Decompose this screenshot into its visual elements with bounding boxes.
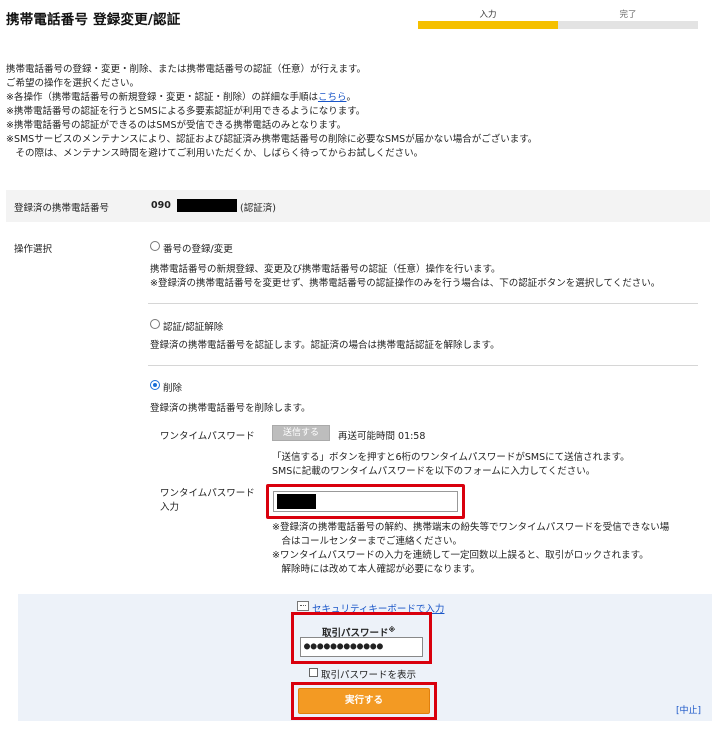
divider [148,303,698,304]
divider [148,365,698,366]
resend-timer: 再送可能時間 01:58 [338,431,426,442]
instruction-line: その際は、メンテナンス時間を避けてご利用いただくか、しばらく待ってからお試しくだ… [6,148,424,159]
instructions: 携帯電話番号の登録・変更・削除、または携帯電話番号の認証（任意）が行えます。 ご… [6,63,706,161]
registered-phone-label: 登録済の携帯電話番号 [14,203,110,214]
instruction-line: ※携帯電話番号の認証ができるのはSMSが受信できる携帯電話のみとなります。 [6,120,347,131]
step-complete-label: 完了 [619,10,637,20]
otp-label: ワンタイムパスワード [160,431,255,442]
step-input-label: 入力 [479,10,497,20]
radio-verify[interactable] [150,319,160,329]
otp-warning: ※ワンタイムパスワードの入力を連続して一定回数以上誤ると、取引がロックされます。 [272,550,649,561]
otp-input-label-line: 入力 [160,502,180,513]
redacted-phone-number [177,199,237,212]
instruction-text: 。 [346,92,356,103]
option-register-change-desc: 携帯電話番号の新規登録、変更及び携帯電話番号の認証（任意）操作を行います。 [150,264,501,275]
radio-delete[interactable] [150,380,160,390]
otp-warning: 合はコールセンターまでご連絡ください。 [272,536,463,547]
progress-bar [418,21,698,29]
instruction-line: ※SMSサービスのメンテナンスにより、認証および認証済み携帯電話番号の削除に必要… [6,134,538,145]
otp-warning: ※登録済の携帯電話番号の解約、携帯端末の紛失等でワンタイムパスワードを受信できな… [272,522,670,533]
execute-button[interactable]: 実行する [298,688,430,714]
redacted-otp-value [277,494,316,509]
operation-select-label: 操作選択 [14,244,53,255]
progress-steps: 入力 完了 [418,6,698,30]
otp-input-label: ワンタイムパスワード 入力 [160,487,255,515]
cancel-link[interactable]: [中止] [676,703,701,716]
required-mark: ※ [388,625,396,634]
transaction-password-input[interactable]: ●●●●●●●●●●●● [300,637,423,657]
otp-info: 「送信する」ボタンを押すと6桁のワンタイムパスワードがSMSにて送信されます。 [272,452,630,463]
radio-register-change[interactable] [150,241,160,251]
option-register-change-label[interactable]: 番号の登録/変更 [163,241,233,255]
registered-phone-row: 登録済の携帯電話番号 090 (認証済) [6,190,710,222]
option-delete-desc: 登録済の携帯電話番号を削除します。 [150,403,311,414]
page-title: 携帯電話番号 登録変更/認証 [6,12,181,28]
registered-phone-prefix: 090 [151,200,171,211]
option-register-change-note: ※登録済の携帯電話番号を変更せず、携帯電話番号の認証操作のみを行う場合は、下の認… [150,278,661,289]
otp-input-label-line: ワンタイムパスワード [160,488,255,499]
send-otp-button[interactable]: 送信する [272,425,330,441]
progress-bar-fill [418,21,558,29]
otp-warning: 解除時には改めて本人確認が必要になります。 [272,564,481,575]
instruction-line: ※携帯電話番号の認証を行うとSMSによる多要素認証が利用できるようになります。 [6,106,366,117]
instruction-text: ※各操作（携帯電話番号の新規登録・変更・認証・削除）の詳細な手順は [6,92,318,103]
instruction-line: ご希望の操作を選択ください。 [6,78,140,89]
keyboard-icon[interactable] [297,601,309,611]
verification-status: (認証済) [240,203,276,214]
instruction-line: 携帯電話番号の登録・変更・削除、または携帯電話番号の認証（任意）が行えます。 [6,64,367,75]
procedure-link[interactable]: こちら [318,92,347,103]
option-delete-label[interactable]: 削除 [163,380,182,394]
option-verify-label[interactable]: 認証/認証解除 [163,319,223,333]
show-password-label[interactable]: 取引パスワードを表示 [321,667,416,681]
instruction-line: ※各操作（携帯電話番号の新規登録・変更・認証・削除）の詳細な手順はこちら。 [6,91,706,105]
otp-info: SMSに記載のワンタイムパスワードを以下のフォームに入力してください。 [272,466,596,477]
option-verify-desc: 登録済の携帯電話番号を認証します。認証済の場合は携帯電話認証を解除します。 [150,340,500,351]
show-password-checkbox[interactable] [309,668,318,677]
